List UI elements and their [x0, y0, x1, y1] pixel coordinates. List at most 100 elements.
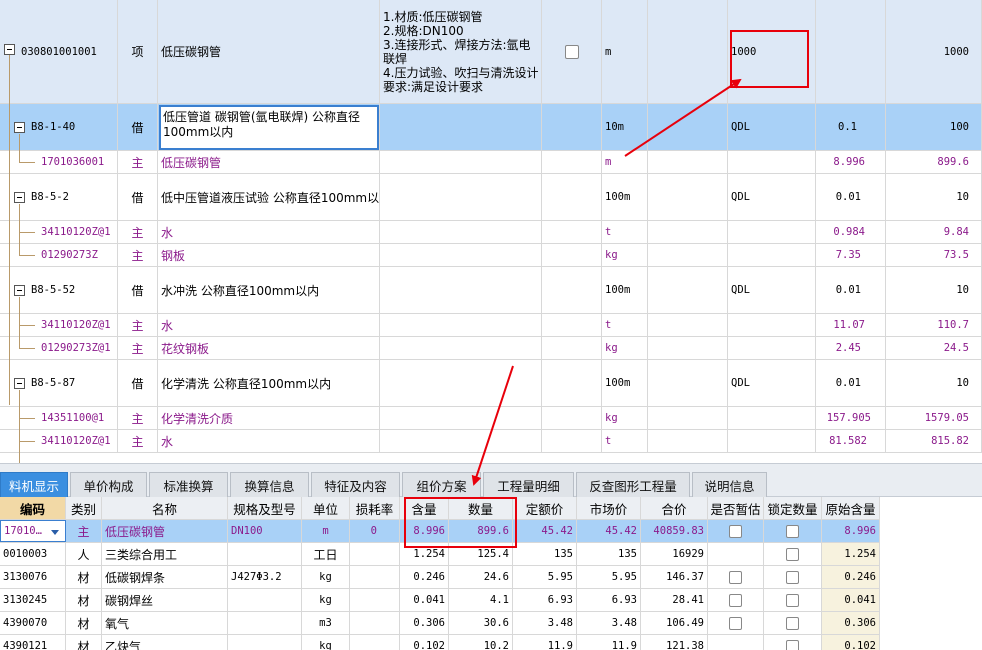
table-row[interactable]: 4390121 材 乙炔气 kg 0.102 10.2 11.9 11.9 12… — [0, 635, 880, 650]
table-row[interactable]: 1701036001 主 低压碳钢管 m 8.996 899.6 — [0, 151, 982, 174]
table-row[interactable] — [0, 453, 982, 463]
col-type[interactable]: 类别 — [66, 497, 102, 519]
empty-cell — [728, 314, 816, 336]
quantity-expression[interactable]: QDL — [728, 267, 816, 313]
quota-quantity: 10 — [886, 360, 982, 406]
collapse-icon[interactable] — [14, 122, 25, 133]
tab-conversion-info[interactable]: 换算信息 — [230, 472, 309, 497]
material-content: 0.041 — [400, 589, 449, 611]
material-total: 40859.83 — [641, 520, 708, 542]
empty-cell — [380, 407, 542, 429]
material-market-price: 3.48 — [577, 612, 641, 634]
col-lock-qty[interactable]: 锁定数量 — [764, 497, 822, 519]
quantity-expression[interactable]: QDL — [728, 104, 816, 150]
table-row[interactable]: 01290273Z 主 钢板 kg 7.35 73.5 — [0, 244, 982, 267]
lock-quantity-checkbox[interactable] — [786, 547, 799, 561]
material-code: 1701036001 — [38, 151, 118, 173]
table-row[interactable]: 34110120Z@1 主 水 t 0.984 9.84 — [0, 221, 982, 244]
tab-material-display[interactable]: 料机显示 — [0, 472, 68, 497]
material-unit: kg — [302, 589, 350, 611]
lock-quantity-checkbox[interactable] — [786, 593, 799, 607]
table-row[interactable]: 01290273Z@1 主 花纹钢板 kg 2.45 24.5 — [0, 337, 982, 360]
tab-description[interactable]: 说明信息 — [692, 472, 767, 497]
material-coefficient: 2.45 — [816, 337, 886, 359]
chevron-down-icon[interactable] — [51, 530, 59, 535]
lock-quantity-checkbox[interactable] — [786, 639, 799, 650]
material-content: 0.306 — [400, 612, 449, 634]
material-quantity: 4.1 — [449, 589, 513, 611]
col-loss-rate[interactable]: 损耗率 — [350, 497, 400, 519]
col-original-content[interactable]: 原始含量 — [822, 497, 880, 519]
col-quota-price[interactable]: 定额价 — [513, 497, 577, 519]
empty-cell — [542, 221, 602, 243]
collapse-icon[interactable] — [14, 285, 25, 296]
tab-standard-conversion[interactable]: 标准换算 — [149, 472, 228, 497]
material-unit: m — [602, 151, 648, 173]
tree-line — [9, 55, 10, 405]
material-coefficient: 8.996 — [816, 151, 886, 173]
material-spec — [228, 635, 302, 650]
tab-pricing-scheme[interactable]: 组价方案 — [402, 472, 481, 497]
provisional-checkbox[interactable] — [729, 593, 742, 607]
col-unit[interactable]: 单位 — [302, 497, 350, 519]
tab-quantity-detail[interactable]: 工程量明细 — [483, 472, 574, 497]
quota-item-grid: 030801001001 项 低压碳钢管 1.材质:低压碳钢管 2.规格:DN1… — [0, 0, 982, 463]
table-row[interactable]: 030801001001 项 低压碳钢管 1.材质:低压碳钢管 2.规格:DN1… — [0, 0, 982, 104]
col-spec[interactable]: 规格及型号 — [228, 497, 302, 519]
lock-cell — [764, 566, 822, 588]
table-row[interactable]: B8-5-52 借 水冲洗 公称直径100mm以内 100m QDL 0.01 … — [0, 267, 982, 314]
empty-cell — [542, 360, 602, 406]
quantity-expression[interactable]: QDL — [728, 360, 816, 406]
tree-line — [19, 325, 35, 326]
tab-graphic-quantity[interactable]: 反查图形工程量 — [576, 472, 690, 497]
quota-coefficient: 0.1 — [816, 104, 886, 150]
material-original-content: 0.306 — [822, 612, 880, 634]
material-name: 水 — [158, 314, 380, 336]
table-row[interactable]: 3130076 材 低碳钢焊条 J427Φ3.2 kg 0.246 24.6 5… — [0, 566, 880, 589]
material-market-price: 45.42 — [577, 520, 641, 542]
material-quantity: 73.5 — [886, 244, 982, 266]
provisional-checkbox[interactable] — [729, 524, 742, 538]
col-code[interactable]: 编码 — [0, 497, 66, 519]
tab-features-content[interactable]: 特征及内容 — [311, 472, 400, 497]
quota-name-editor[interactable]: 低压管道 碳钢管(氩电联焊) 公称直径100mm以内 — [159, 105, 379, 150]
material-code: 17010… — [4, 525, 42, 537]
material-original-content: 1.254 — [822, 543, 880, 565]
collapse-icon[interactable] — [14, 378, 25, 389]
table-row[interactable]: 14351100@1 主 化学清洗介质 kg 157.905 1579.05 — [0, 407, 982, 430]
table-row[interactable]: 34110120Z@1 主 水 t 81.582 815.82 — [0, 430, 982, 453]
estimate-checkbox[interactable] — [564, 44, 579, 59]
quota-unit: 10m — [602, 104, 648, 150]
lock-quantity-checkbox[interactable] — [786, 570, 799, 584]
quantity-expression[interactable]: QDL — [728, 174, 816, 220]
collapse-icon[interactable] — [14, 192, 25, 203]
provisional-checkbox[interactable] — [729, 616, 742, 630]
col-total[interactable]: 合价 — [641, 497, 708, 519]
material-original-content: 0.041 — [822, 589, 880, 611]
provisional-cell — [708, 520, 764, 542]
provisional-checkbox[interactable] — [729, 570, 742, 584]
table-row[interactable]: B8-1-40 借 低压管道 碳钢管(氩电联焊) 公称直径100mm以内 10m… — [0, 104, 982, 151]
material-market-price: 135 — [577, 543, 641, 565]
material-name: 低压碳钢管 — [102, 520, 228, 542]
table-row[interactable]: B8-5-87 借 化学清洗 公称直径100mm以内 100m QDL 0.01… — [0, 360, 982, 407]
material-market-price: 6.93 — [577, 589, 641, 611]
collapse-icon[interactable] — [4, 44, 15, 55]
empty-cell — [648, 104, 728, 150]
table-row[interactable]: 4390070 材 氧气 m3 0.306 30.6 3.48 3.48 106… — [0, 612, 880, 635]
material-content: 0.102 — [400, 635, 449, 650]
col-name[interactable]: 名称 — [102, 497, 228, 519]
table-row[interactable]: 3130245 材 碳钢焊丝 kg 0.041 4.1 6.93 6.93 28… — [0, 589, 880, 612]
material-code-dropdown[interactable]: 17010… — [0, 520, 66, 542]
table-row[interactable]: B8-5-2 借 低中压管道液压试验 公称直径100mm以内 100m QDL … — [0, 174, 982, 221]
lock-quantity-checkbox[interactable] — [786, 616, 799, 630]
table-row[interactable]: 34110120Z@1 主 水 t 11.07 110.7 — [0, 314, 982, 337]
provisional-cell — [708, 635, 764, 650]
tab-unit-price[interactable]: 单价构成 — [70, 472, 147, 497]
material-loss-rate — [350, 612, 400, 634]
col-provisional[interactable]: 是否暂估 — [708, 497, 764, 519]
lock-quantity-checkbox[interactable] — [786, 524, 799, 538]
col-market-price[interactable]: 市场价 — [577, 497, 641, 519]
tree-line — [19, 134, 20, 162]
quota-code: B8-5-2 — [28, 174, 118, 220]
